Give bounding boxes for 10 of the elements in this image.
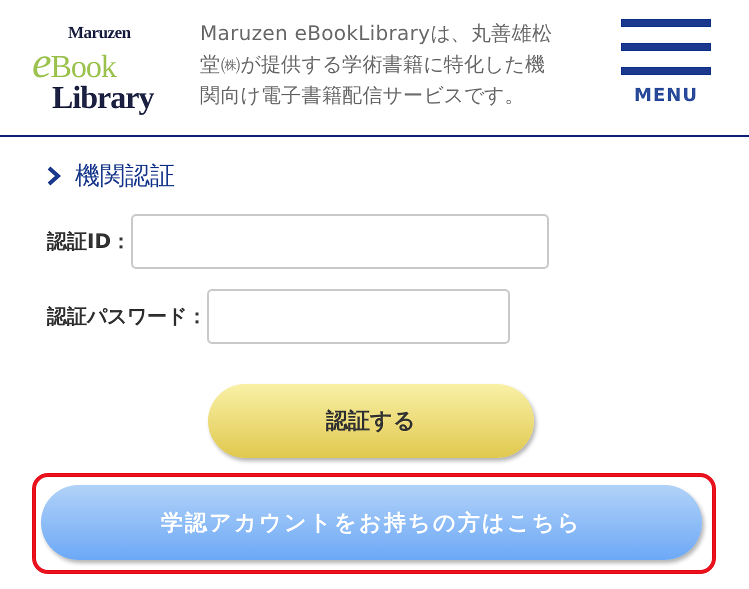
menu-button[interactable]: MENU — [621, 19, 711, 106]
logo[interactable]: Maruzen eBook Library — [18, 24, 168, 113]
chevron-icon — [47, 166, 61, 186]
field-label: 認証ID： — [47, 228, 132, 255]
field-label: 認証パスワード： — [47, 303, 207, 330]
section-title: 機関認証 — [75, 160, 175, 192]
submit-button[interactable]: 認証する — [208, 384, 534, 458]
input-field[interactable] — [131, 214, 550, 269]
site-description: Maruzen eBookLibraryは、丸善雄松堂㈱が提供する学術書籍に特化した機関向け電子書籍配信サービスです。 — [200, 20, 554, 109]
password-field[interactable] — [207, 289, 510, 344]
